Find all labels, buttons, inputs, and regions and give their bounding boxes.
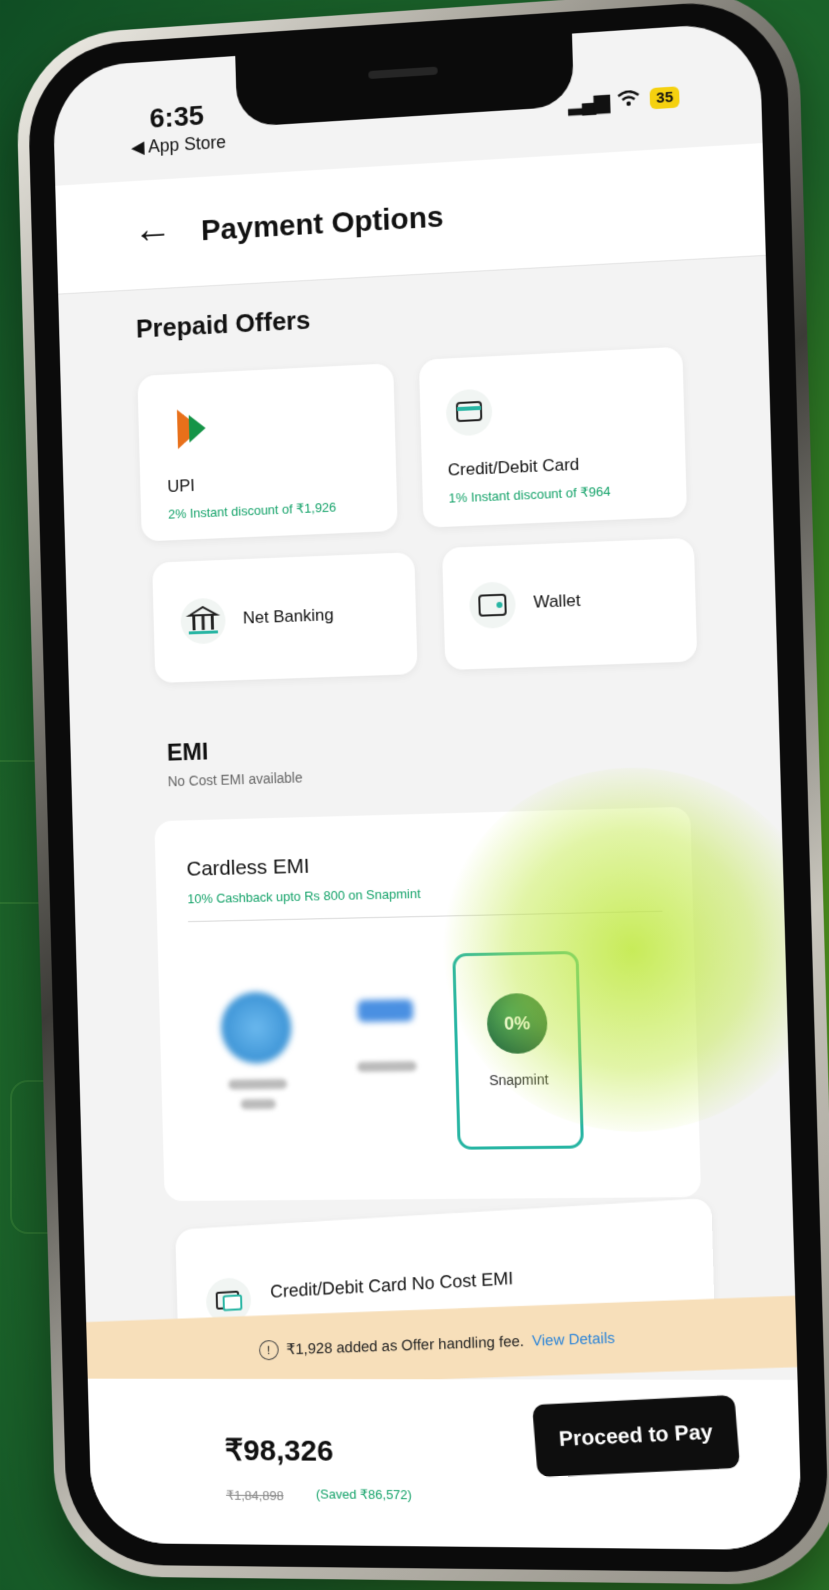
back-arrow-icon[interactable]: ← [133, 206, 173, 252]
emi-provider-option[interactable] [326, 959, 448, 1135]
savings-text: (Saved ₹86,572) [315, 1486, 412, 1503]
card-emi-label: Credit/Debit Card No Cost EMI [269, 1268, 514, 1302]
net-banking-label: Net Banking [242, 605, 334, 628]
snapmint-option[interactable]: 0% Snapmint [452, 950, 584, 1150]
battery-icon: 35 [649, 85, 680, 109]
upi-icon-inner [188, 414, 206, 443]
phone-screen: 6:35 ◀ App Store ▂▄▆ 35 ← Payment Option… [52, 21, 803, 1551]
snapmint-logo: 0% [486, 992, 549, 1055]
wifi-icon [617, 86, 640, 114]
emi-subtitle: No Cost EMI available [167, 769, 303, 790]
app-header: ← Payment Options [55, 143, 766, 295]
bank-icon [180, 597, 227, 645]
signal-icon: ▂▄▆ [567, 90, 608, 115]
speaker [368, 66, 438, 80]
divider [188, 910, 663, 923]
status-icons: ▂▄▆ 35 [568, 83, 680, 116]
provider-name [228, 1078, 288, 1090]
emi-provider-option[interactable] [197, 961, 317, 1136]
proceed-to-pay-button[interactable]: Proceed to Pay [532, 1394, 741, 1478]
wallet-icon [468, 581, 517, 630]
provider-name [357, 1061, 417, 1072]
card-icon [445, 388, 493, 437]
cardless-emi-offer: 10% Cashback upto Rs 800 on Snapmint [187, 886, 421, 907]
provider-logo [220, 991, 293, 1064]
original-price: ₹1,84,898 [225, 1487, 284, 1504]
cardless-emi-card: Cardless EMI 10% Cashback upto Rs 800 on… [154, 806, 702, 1202]
status-time: 6:35 [149, 99, 205, 134]
wallet-label: Wallet [533, 590, 581, 612]
fee-notice-text: ₹1,928 added as Offer handling fee. [285, 1333, 525, 1359]
phone-mockup: 6:35 ◀ App Store ▂▄▆ 35 ← Payment Option… [14, 0, 829, 1586]
cardless-emi-title: Cardless EMI [186, 854, 310, 881]
page-title: Payment Options [200, 200, 444, 248]
credit-debit-card-option[interactable]: Credit/Debit Card 1% Instant discount of… [418, 346, 688, 528]
upi-option[interactable]: UPI 2% Instant discount of ₹1,926 [137, 363, 398, 542]
checkout-footer: ₹98,326 ₹1,84,898 (Saved ₹86,572) Procee… [87, 1378, 803, 1551]
view-details-link[interactable]: View Details [532, 1329, 615, 1349]
emi-title: EMI [166, 738, 209, 767]
back-to-app-store[interactable]: ◀ App Store [131, 132, 226, 159]
snapmint-label: Snapmint [488, 1071, 549, 1089]
card-label: Credit/Debit Card [447, 454, 580, 480]
total-price: ₹98,326 [224, 1434, 334, 1468]
upi-offer: 2% Instant discount of ₹1,926 [167, 499, 337, 522]
wallet-option[interactable]: Wallet [441, 537, 698, 671]
provider-logo [357, 999, 414, 1023]
net-banking-option[interactable]: Net Banking [152, 552, 418, 684]
prepaid-offers-title: Prepaid Offers [135, 304, 311, 344]
provider-name [240, 1098, 276, 1110]
info-icon: ! [258, 1339, 279, 1361]
card-offer: 1% Instant discount of ₹964 [448, 483, 611, 506]
upi-label: UPI [167, 476, 196, 496]
